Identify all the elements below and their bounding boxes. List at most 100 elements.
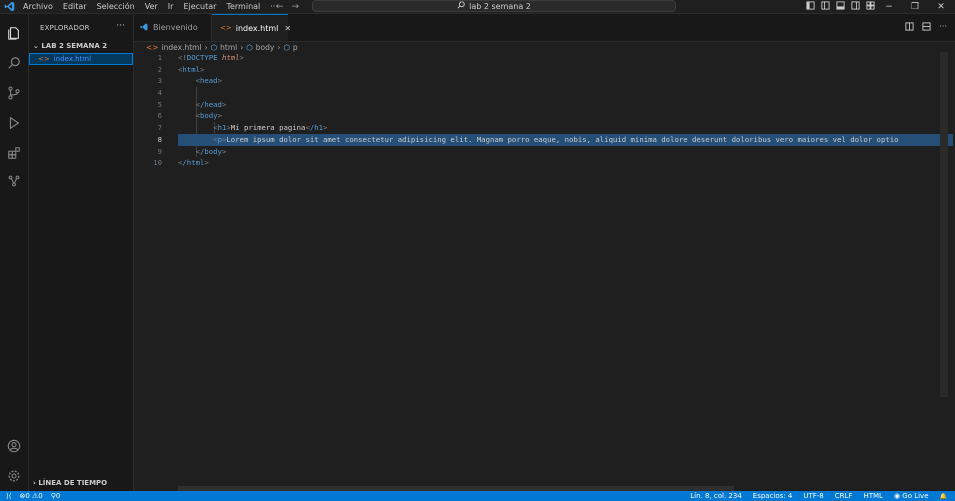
menu-seleccion[interactable]: Selección [92, 2, 140, 11]
layout-grid-icon[interactable] [866, 1, 875, 12]
vscode-tab-icon [140, 23, 148, 33]
problems-indicator[interactable]: ⊗0 ⚠0 [19, 492, 42, 500]
menu-ejecutar[interactable]: Ejecutar [178, 2, 221, 11]
customize-layout-icon[interactable] [806, 1, 815, 12]
settings-gear-icon[interactable] [5, 467, 23, 485]
minimize-icon[interactable]: − [876, 2, 902, 12]
menu-archivo[interactable]: Archivo [18, 2, 58, 11]
encoding[interactable]: UTF-8 [803, 492, 823, 500]
title-bar: Archivo Editar Selección Ver Ir Ejecutar… [0, 0, 955, 14]
back-arrow-icon[interactable]: ← [276, 2, 284, 12]
line-number: 5 [157, 99, 162, 109]
code-line: </html> [178, 158, 209, 168]
explorer-sidebar: EXPLORADOR ··· ⌄ LAB 2 SEMANA 2 <> index… [29, 14, 134, 491]
timeline-section[interactable]: › LÍNEA DE TIEMPO [33, 479, 107, 487]
tab-index-html[interactable]: <> index.html ✕ [212, 14, 291, 41]
token: html [217, 53, 240, 62]
element-icon: ⬡ [246, 42, 253, 52]
run-debug-icon[interactable] [5, 114, 23, 132]
line-number: 2 [157, 64, 162, 74]
breadcrumb-item[interactable]: p [293, 43, 298, 52]
breadcrumb-separator: › [240, 42, 244, 52]
status-bar: ⟩⟨ ⊗0 ⚠0 ⚲0 Lín. 8, col. 234 Espacios: 4… [0, 491, 955, 501]
menu-editar[interactable]: Editar [58, 2, 92, 11]
remote-explorer-icon[interactable] [5, 172, 23, 190]
token: <! [178, 53, 187, 62]
line-number-current: 8 [157, 134, 162, 144]
tab-bienvenido[interactable]: Bienvenido [134, 14, 212, 41]
html-file-icon: <> [220, 24, 232, 32]
token: head [199, 76, 218, 86]
code-line: <html> [178, 64, 205, 74]
toggle-secondary-sidebar-icon[interactable] [851, 1, 860, 12]
toggle-panel-icon[interactable] [836, 1, 845, 12]
accounts-icon[interactable] [5, 437, 23, 455]
timeline-label: LÍNEA DE TIEMPO [38, 479, 108, 487]
line-number: 7 [157, 123, 162, 133]
token: DOCTYPE [186, 53, 218, 62]
token: html [182, 64, 200, 74]
cursor-position[interactable]: Lín. 8, col. 234 [690, 492, 742, 500]
command-center[interactable]: lab 2 semana 2 [312, 0, 676, 12]
code-line: </head> [195, 99, 227, 109]
token: Lorem ipsum dolor sit amet consectetur a… [226, 134, 899, 144]
close-window-icon[interactable]: ✕ [928, 2, 954, 12]
element-icon: ⬡ [283, 42, 290, 52]
code-line: </body> [195, 146, 227, 156]
command-center-label: lab 2 semana 2 [469, 1, 531, 11]
toggle-sidebar-icon[interactable] [821, 1, 830, 12]
workspace-folder-label: LAB 2 SEMANA 2 [41, 42, 108, 50]
line-number: 10 [153, 158, 162, 168]
go-live-button[interactable]: ◉ Go Live [894, 492, 929, 500]
line-number: 1 [157, 53, 162, 62]
line-number-gutter: 1 2 3 4 5 6 7 8 9 10 [134, 52, 162, 169]
breadcrumb-item[interactable]: body [256, 43, 275, 52]
breadcrumb-item[interactable]: index.html [162, 43, 202, 52]
token: /h1 [309, 123, 324, 133]
more-actions-icon[interactable]: ··· [116, 21, 125, 31]
line-number: 4 [157, 88, 162, 98]
code-editor[interactable]: 1 2 3 4 5 6 7 8 9 10 <!DOCTYPE html> <ht… [134, 52, 955, 491]
vertical-scrollbar[interactable] [940, 52, 948, 397]
close-tab-icon[interactable]: ✕ [284, 24, 291, 33]
breadcrumb-separator: › [277, 42, 281, 52]
token: /body [199, 146, 222, 156]
notifications-bell-icon[interactable]: 🔔 [940, 493, 947, 500]
search-view-icon[interactable] [5, 54, 23, 72]
token: Mi primera pagina [230, 123, 306, 133]
menu-bar: Archivo Editar Selección Ver Ir Ejecutar… [18, 2, 283, 11]
file-item-index[interactable]: <> index.html [29, 53, 133, 65]
element-icon: ⬡ [210, 42, 218, 52]
extensions-icon[interactable] [5, 144, 23, 162]
end-of-line[interactable]: CRLF [835, 492, 853, 500]
code-line: <body> [195, 111, 222, 121]
breadcrumb: <> index.html › ⬡ html › ⬡ body › ⬡ p [134, 42, 301, 52]
token: body [199, 111, 218, 121]
token: /html [182, 158, 205, 168]
html-file-icon: <> [146, 42, 159, 52]
menu-ver[interactable]: Ver [140, 2, 163, 11]
code-line: <head> [195, 76, 222, 86]
breadcrumb-item[interactable]: html [220, 43, 237, 52]
source-control-icon[interactable] [5, 84, 23, 102]
language-mode[interactable]: HTML [863, 492, 882, 500]
open-preview-icon[interactable] [922, 22, 931, 33]
split-editor-icon[interactable] [905, 22, 914, 33]
vscode-logo-icon [0, 0, 18, 13]
more-tab-actions-icon[interactable]: ··· [939, 22, 947, 33]
html-file-icon: <> [38, 55, 50, 63]
explorer-icon[interactable] [5, 24, 23, 42]
workspace-folder[interactable]: ⌄ LAB 2 SEMANA 2 [33, 42, 107, 50]
remote-indicator-icon[interactable]: ⟩⟨ [6, 492, 11, 500]
code-lines[interactable]: <!DOCTYPE html> <html> <head> </head> <b… [178, 52, 953, 169]
restore-icon[interactable]: ❐ [902, 2, 928, 12]
menu-ir[interactable]: Ir [163, 2, 179, 11]
token: /head [199, 99, 222, 109]
file-item-label: index.html [53, 55, 92, 63]
indentation[interactable]: Espacios: 4 [753, 492, 793, 500]
forward-arrow-icon[interactable]: → [292, 2, 300, 12]
ports-indicator[interactable]: ⚲0 [51, 492, 61, 500]
menu-terminal[interactable]: Terminal [221, 2, 265, 11]
sidebar-title: EXPLORADOR [40, 24, 90, 32]
